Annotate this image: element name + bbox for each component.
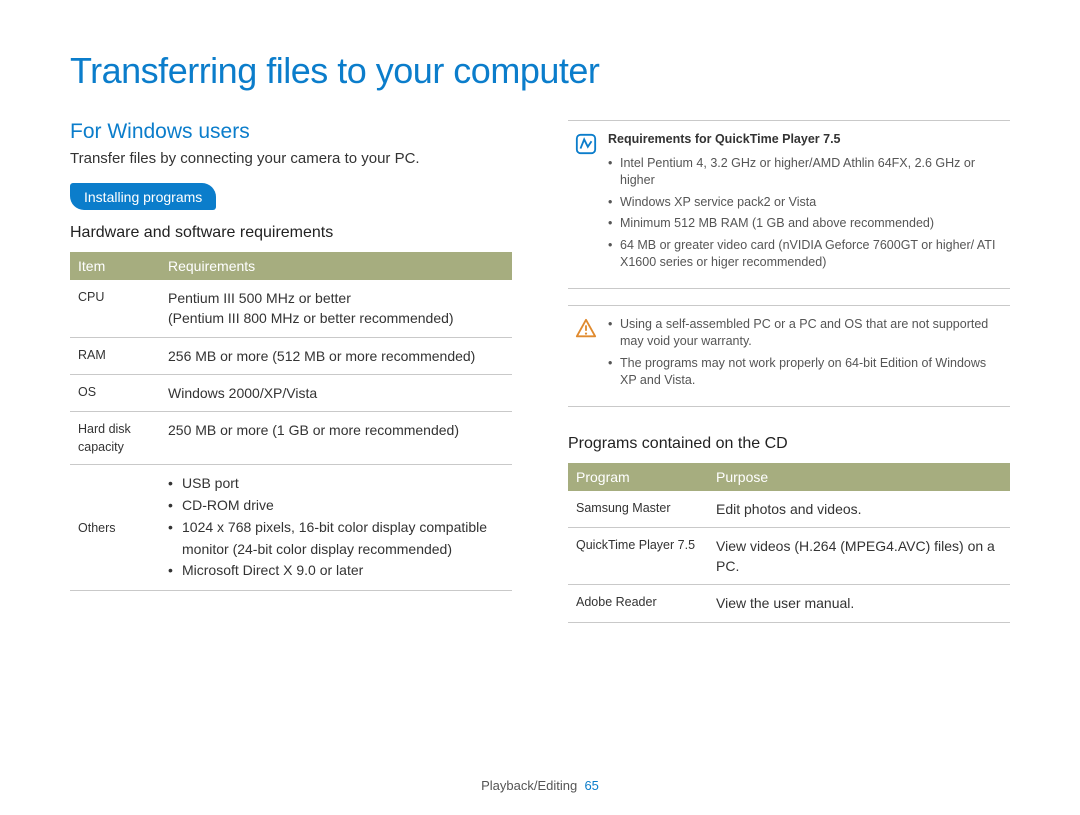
list-item: Intel Pentium 4, 3.2 GHz or higher/AMD A… [608, 155, 1004, 190]
cell-item: CPU [70, 280, 160, 337]
cell-purpose: Edit photos and videos. [708, 491, 1010, 528]
list-item: Windows XP service pack2 or Vista [608, 194, 1004, 212]
section-sub-windows: Transfer files by connecting your camera… [70, 150, 512, 167]
programs-table: Program Purpose Samsung Master Edit phot… [568, 463, 1010, 623]
content-columns: For Windows users Transfer files by conn… [70, 120, 1010, 623]
th-item: Item [70, 252, 160, 280]
others-list: USB port CD-ROM drive 1024 x 768 pixels,… [168, 473, 504, 581]
cell-purpose: View the user manual. [708, 585, 1010, 622]
table-row: OS Windows 2000/XP/Vista [70, 374, 512, 411]
table-row: Others USB port CD-ROM drive 1024 x 768 … [70, 465, 512, 590]
cell-req: Pentium III 500 MHz or better (Pentium I… [160, 280, 512, 337]
note-icon [574, 316, 598, 394]
note-content: Using a self-assembled PC or a PC and OS… [608, 316, 1004, 394]
list-item: The programs may not work properly on 64… [608, 355, 1004, 390]
info-note-icon [575, 133, 597, 155]
subheading-requirements: Hardware and software requirements [70, 224, 512, 242]
th-program: Program [568, 463, 708, 491]
note-title: Requirements for QuickTime Player 7.5 [608, 131, 1004, 149]
list-item: Minimum 512 MB RAM (1 GB and above recom… [608, 215, 1004, 233]
table-row: Samsung Master Edit photos and videos. [568, 491, 1010, 528]
requirements-table: Item Requirements CPU Pentium III 500 MH… [70, 252, 512, 591]
cell-item: RAM [70, 337, 160, 374]
list-item: 1024 x 768 pixels, 16-bit color display … [168, 517, 504, 560]
cell-item: OS [70, 374, 160, 411]
cell-item: Others [70, 465, 160, 590]
table-row: Hard disk capacity 250 MB or more (1 GB … [70, 412, 512, 465]
cell-line: (Pentium III 800 MHz or better recommend… [168, 308, 504, 328]
list-item: USB port [168, 473, 504, 495]
cell-req: USB port CD-ROM drive 1024 x 768 pixels,… [160, 465, 512, 590]
note-content: Requirements for QuickTime Player 7.5 In… [608, 131, 1004, 276]
cell-line: Hard disk [78, 420, 152, 438]
footer-section: Playback/Editing [481, 778, 577, 793]
th-purpose: Purpose [708, 463, 1010, 491]
list-item: Microsoft Direct X 9.0 or later [168, 560, 504, 582]
cell-line: capacity [78, 438, 152, 456]
cell-purpose: View videos (H.264 (MPEG4.AVC) files) on… [708, 527, 1010, 585]
cell-req: Windows 2000/XP/Vista [160, 374, 512, 411]
table-row: CPU Pentium III 500 MHz or better (Penti… [70, 280, 512, 337]
page-title: Transferring files to your computer [70, 50, 1010, 92]
note-box-warning: Using a self-assembled PC or a PC and OS… [568, 305, 1010, 407]
warning-icon [575, 318, 597, 340]
page-footer: Playback/Editing 65 [0, 778, 1080, 793]
list-item: 64 MB or greater video card (nVIDIA Gefo… [608, 237, 1004, 272]
left-column: For Windows users Transfer files by conn… [70, 120, 512, 623]
table-row: QuickTime Player 7.5 View videos (H.264 … [568, 527, 1010, 585]
table-row: RAM 256 MB or more (512 MB or more recom… [70, 337, 512, 374]
note-icon [574, 131, 598, 276]
list-item: CD-ROM drive [168, 495, 504, 517]
note-list: Using a self-assembled PC or a PC and OS… [608, 316, 1004, 390]
note-list: Intel Pentium 4, 3.2 GHz or higher/AMD A… [608, 155, 1004, 272]
cell-program: Samsung Master [568, 491, 708, 528]
cell-req: 250 MB or more (1 GB or more recommended… [160, 412, 512, 465]
cell-line: Pentium III 500 MHz or better [168, 288, 504, 308]
pill-installing-programs: Installing programs [70, 183, 216, 210]
footer-page-number: 65 [584, 778, 598, 793]
cell-req: 256 MB or more (512 MB or more recommend… [160, 337, 512, 374]
th-requirements: Requirements [160, 252, 512, 280]
note-box-quicktime: Requirements for QuickTime Player 7.5 In… [568, 120, 1010, 289]
list-item: Using a self-assembled PC or a PC and OS… [608, 316, 1004, 351]
right-column: Requirements for QuickTime Player 7.5 In… [568, 120, 1010, 623]
section-heading-windows: For Windows users [70, 120, 512, 144]
cell-program: Adobe Reader [568, 585, 708, 622]
subheading-programs-cd: Programs contained on the CD [568, 435, 1010, 453]
cell-program: QuickTime Player 7.5 [568, 527, 708, 585]
table-row: Adobe Reader View the user manual. [568, 585, 1010, 622]
cell-item: Hard disk capacity [70, 412, 160, 465]
